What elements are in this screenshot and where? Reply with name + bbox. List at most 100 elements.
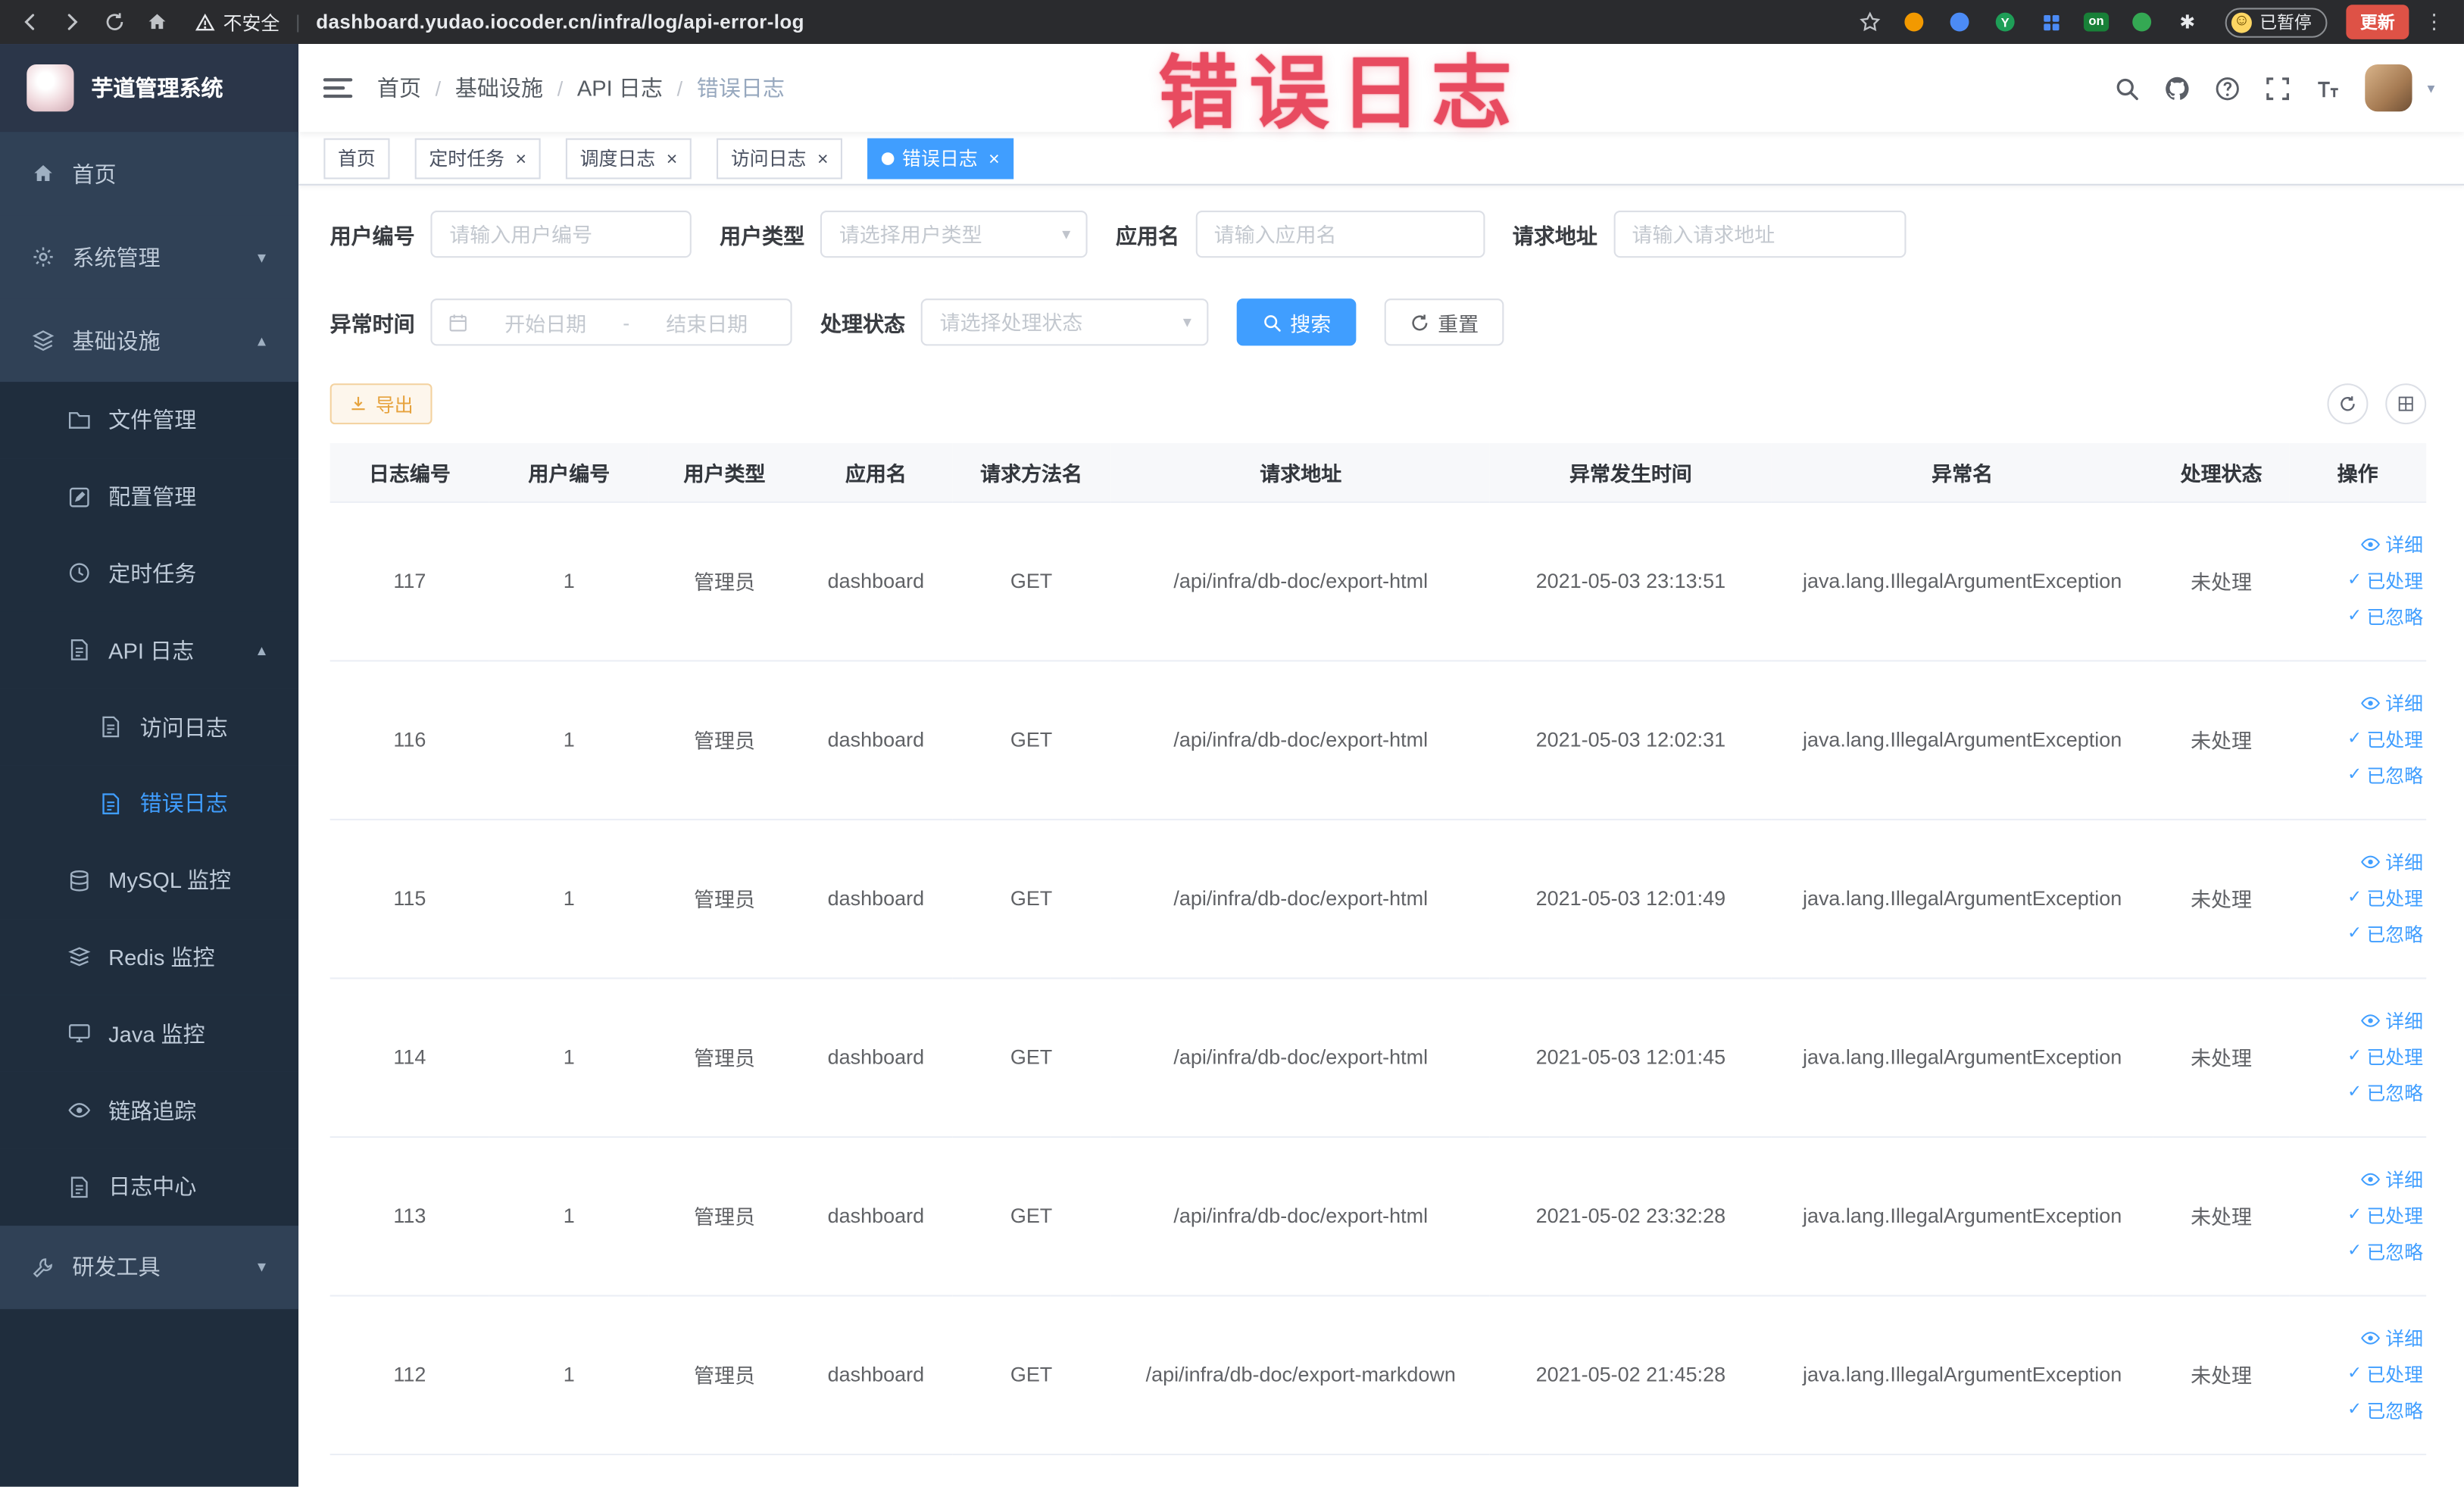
- extension-on-badge[interactable]: on: [2082, 8, 2110, 36]
- processed-link[interactable]: ✓ 已处理: [2347, 1202, 2423, 1229]
- sidebar-item[interactable]: API 日志 ▲: [0, 611, 299, 689]
- back-icon[interactable]: [13, 5, 48, 39]
- filter-process-status: 处理状态 ▼: [820, 298, 1209, 346]
- user-type-select-input[interactable]: [820, 210, 1088, 258]
- forward-icon[interactable]: [55, 5, 90, 39]
- cell: 117: [329, 501, 490, 661]
- tags-view-tab[interactable]: 错误日志 ×: [867, 137, 1014, 179]
- close-icon[interactable]: ×: [817, 148, 829, 167]
- user-type-select[interactable]: ▼: [820, 210, 1088, 258]
- ignore-link[interactable]: ✓ 已忽略: [2347, 1239, 2423, 1265]
- browser-menu-icon[interactable]: ⋮: [2417, 5, 2452, 39]
- detail-link[interactable]: 详细: [2360, 1325, 2423, 1351]
- sidebar-item[interactable]: 错误日志: [0, 765, 299, 842]
- url-divider: |: [295, 11, 301, 33]
- sidebar-item[interactable]: 首页: [0, 132, 299, 216]
- browser-home-icon[interactable]: [140, 5, 175, 39]
- user-id-input[interactable]: [430, 210, 692, 258]
- user-avatar[interactable]: [2365, 64, 2412, 112]
- tags-view-tab[interactable]: 访问日志 ×: [717, 137, 843, 179]
- column-header: 请求地址: [1110, 443, 1491, 502]
- process-status-select-input[interactable]: [920, 298, 1209, 346]
- ignore-link[interactable]: ✓ 已忽略: [2347, 604, 2423, 630]
- profile-paused-button[interactable]: ☺ 已暂停: [2225, 7, 2328, 37]
- tags-view-tab[interactable]: 定时任务 ×: [414, 137, 541, 179]
- export-button[interactable]: 导出: [329, 383, 433, 425]
- processed-link[interactable]: ✓ 已处理: [2347, 1044, 2423, 1070]
- close-icon[interactable]: ×: [988, 148, 1000, 167]
- browser-update-button[interactable]: 更新: [2346, 5, 2409, 39]
- tags-view-tab[interactable]: 调度日志 ×: [565, 137, 692, 179]
- search-button[interactable]: 搜索: [1236, 298, 1357, 346]
- reset-button[interactable]: 重置: [1384, 298, 1504, 346]
- breadcrumb-item[interactable]: 基础设施: [455, 72, 543, 103]
- column-header: 用户编号: [489, 443, 649, 502]
- column-settings-button[interactable]: [2385, 383, 2427, 425]
- reload-icon[interactable]: [98, 5, 133, 39]
- font-size-icon[interactable]: [2315, 75, 2341, 102]
- hamburger-icon[interactable]: [320, 70, 355, 105]
- bookmark-star-icon[interactable]: [1853, 5, 1888, 39]
- fullscreen-icon[interactable]: [2265, 75, 2291, 102]
- exception-time-range-picker[interactable]: 开始日期 - 结束日期: [430, 298, 792, 346]
- browser-toolbar: 不安全 | dashboard.yudao.iocoder.cn/infra/l…: [0, 0, 2464, 45]
- user-id-label: 用户编号: [329, 224, 415, 248]
- check-icon: ✓: [2347, 729, 2363, 748]
- sidebar-item[interactable]: MySQL 监控: [0, 842, 299, 919]
- sidebar-item[interactable]: Java 监控: [0, 995, 299, 1073]
- security-indicator[interactable]: 不安全: [195, 8, 280, 35]
- filter-request-url: 请求地址: [1513, 210, 1906, 258]
- help-icon[interactable]: [2214, 75, 2241, 102]
- search-icon[interactable]: [2113, 75, 2140, 102]
- detail-link[interactable]: 详细: [2360, 1007, 2423, 1034]
- column-header: 异常发生时间: [1490, 443, 1772, 502]
- ignore-link[interactable]: ✓ 已忽略: [2347, 921, 2423, 948]
- sidebar-item[interactable]: 系统管理 ▼: [0, 215, 299, 299]
- sidebar-item[interactable]: 定时任务: [0, 535, 299, 612]
- extension-icon-2[interactable]: [1945, 8, 1973, 36]
- extension-icon-4[interactable]: [2037, 8, 2065, 36]
- profile-emoji-icon: ☺: [2231, 11, 2252, 33]
- app-name-input[interactable]: [1195, 210, 1485, 258]
- processed-link[interactable]: ✓ 已处理: [2347, 567, 2423, 594]
- extension-icon-3[interactable]: Y: [1991, 8, 2019, 36]
- close-icon[interactable]: ×: [667, 148, 678, 167]
- sidebar-item[interactable]: 日志中心: [0, 1148, 299, 1226]
- sidebar-item[interactable]: 基础设施 ▲: [0, 298, 299, 383]
- cell: GET: [951, 1295, 1111, 1455]
- breadcrumb-item[interactable]: API 日志: [577, 72, 663, 103]
- url-bar[interactable]: dashboard.yudao.iocoder.cn/infra/log/api…: [316, 11, 804, 33]
- detail-link[interactable]: 详细: [2360, 690, 2423, 717]
- ignore-link[interactable]: ✓ 已忽略: [2347, 1079, 2423, 1106]
- refresh-table-button[interactable]: [2327, 383, 2369, 425]
- sidebar-item[interactable]: Redis 监控: [0, 918, 299, 995]
- detail-link[interactable]: 详细: [2360, 1166, 2423, 1192]
- process-status-select[interactable]: ▼: [920, 298, 1209, 346]
- ignore-link[interactable]: ✓ 已忽略: [2347, 1397, 2423, 1423]
- breadcrumb-item[interactable]: 首页: [377, 72, 421, 103]
- cell: java.lang.IllegalArgumentException: [1771, 660, 2154, 820]
- processed-link[interactable]: ✓ 已处理: [2347, 885, 2423, 911]
- request-url-input[interactable]: [1613, 210, 1906, 258]
- extension-icon-6[interactable]: ✱: [2173, 8, 2201, 36]
- logo-title: 芋道管理系统: [91, 75, 223, 101]
- extension-icon-5[interactable]: [2128, 8, 2156, 36]
- close-icon[interactable]: ×: [516, 148, 527, 167]
- sidebar-item[interactable]: 配置管理: [0, 458, 299, 536]
- sidebar-item[interactable]: 链路追踪: [0, 1072, 299, 1149]
- logo[interactable]: 芋道管理系统: [0, 44, 299, 133]
- ignore-link[interactable]: ✓ 已忽略: [2347, 762, 2423, 789]
- breadcrumb-separator: /: [435, 76, 442, 100]
- chevron-down-icon[interactable]: ▼: [2425, 81, 2437, 95]
- processed-link[interactable]: ✓ 已处理: [2347, 726, 2423, 752]
- sidebar-item[interactable]: 访问日志: [0, 689, 299, 766]
- processed-link[interactable]: ✓ 已处理: [2347, 1361, 2423, 1388]
- table-row: 117 1 管理员 dashboard GET/api/infra/db-doc/exp…: [329, 501, 2427, 661]
- sidebar-item[interactable]: 文件管理: [0, 382, 299, 459]
- github-icon[interactable]: [2164, 75, 2191, 102]
- detail-link[interactable]: 详细: [2360, 531, 2423, 558]
- extension-icon-1[interactable]: [1900, 8, 1928, 36]
- detail-link[interactable]: 详细: [2360, 848, 2423, 875]
- sidebar-item[interactable]: 研发工具 ▼: [0, 1225, 299, 1309]
- tags-view-tab[interactable]: 首页: [323, 137, 390, 179]
